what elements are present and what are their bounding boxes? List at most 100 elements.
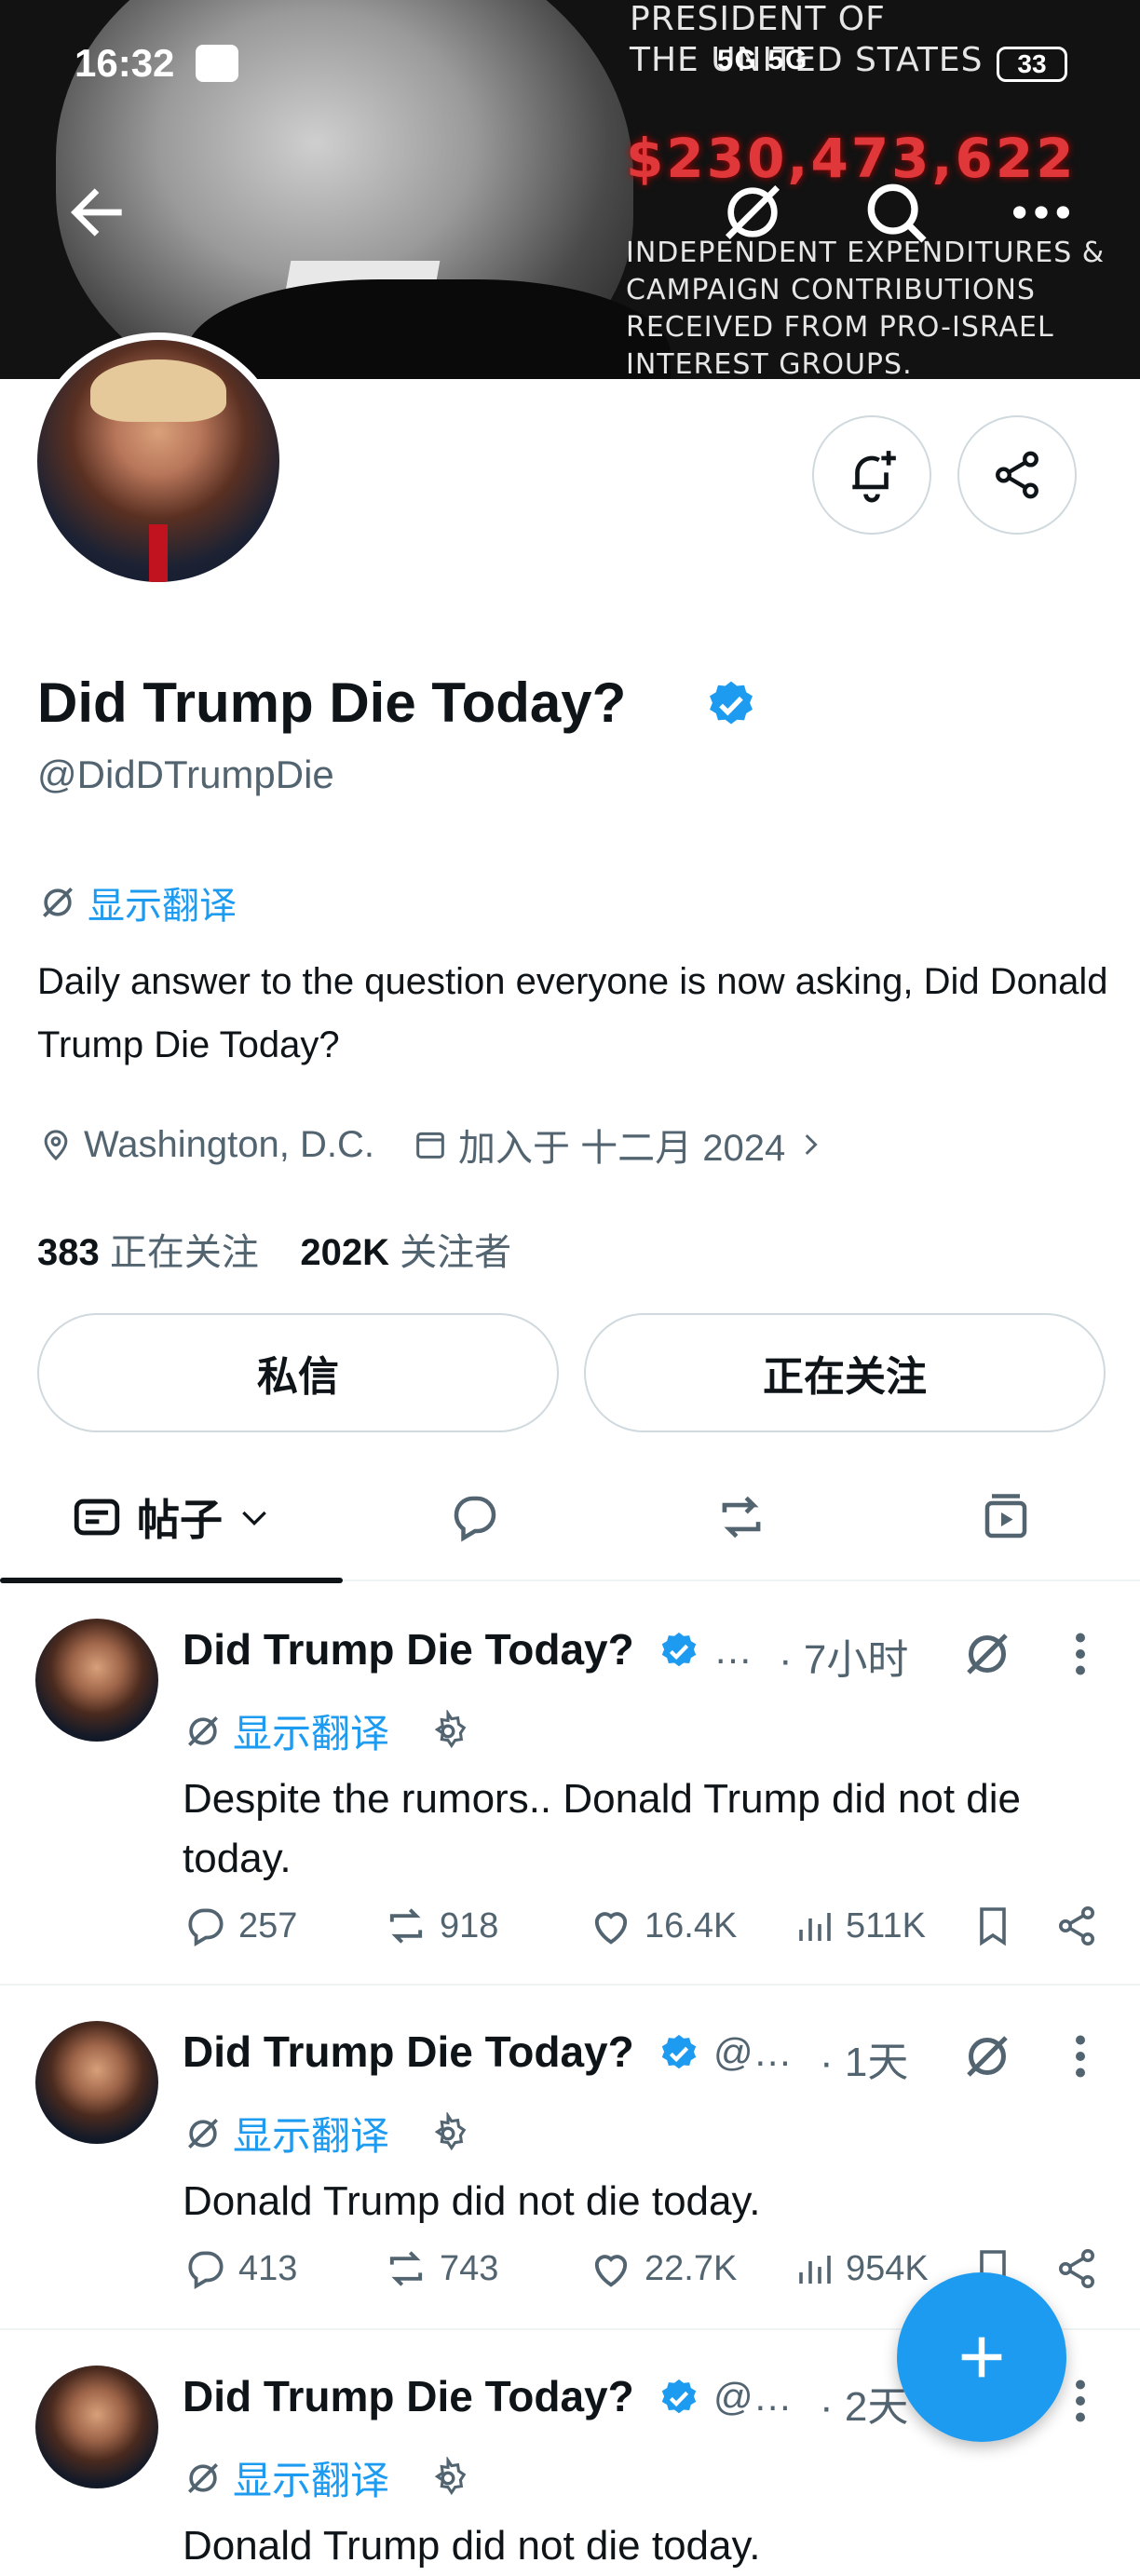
heart-icon <box>594 1912 628 1945</box>
show-translation-link[interactable]: 显示翻译 <box>37 875 237 929</box>
reply-icon <box>188 2251 224 2290</box>
signal-icons: 5G 5G <box>717 45 809 75</box>
reply-icon <box>454 1496 496 1542</box>
like-button[interactable]: 16.4K <box>587 1898 737 1954</box>
tweet-text: Donald Trump did not die today. <box>183 2523 761 2569</box>
grok-translate-icon[interactable] <box>959 2028 1015 2089</box>
analytics-icon <box>799 1913 831 1941</box>
show-translation-label: 显示翻译 <box>233 2114 390 2158</box>
tweet-actions: 257 918 16.4K 511K <box>183 1898 1123 1954</box>
profile-meta: Washington, D.C. 加入于 十二月 2024 <box>37 1118 826 1172</box>
views-button[interactable]: 954K <box>792 2241 929 2297</box>
show-translation-link[interactable]: 显示翻译 <box>183 2105 469 2162</box>
analytics-icon <box>799 2256 831 2284</box>
tweet-avatar[interactable] <box>35 1619 158 1742</box>
tab-reposts[interactable] <box>658 1453 825 1581</box>
media-icon <box>984 1494 1027 1539</box>
translate-icon <box>188 2118 218 2149</box>
translate-icon <box>43 888 73 917</box>
profile-bio: Daily answer to the question everyone is… <box>37 961 1108 1065</box>
notifications-button[interactable] <box>812 415 931 535</box>
status-time: 16:32 <box>75 41 175 85</box>
tweet-author-name[interactable]: Did Trump Die Today? <box>183 1624 634 1674</box>
following-stat[interactable]: 383 正在关注 <box>37 1232 259 1273</box>
banner-line1: PRESIDENT OF <box>630 0 886 38</box>
share-button[interactable] <box>1054 1898 1099 1954</box>
chevron-down-icon <box>242 1511 266 1526</box>
posts-icon <box>74 1498 120 1536</box>
back-button[interactable] <box>60 175 134 250</box>
more-options-button[interactable] <box>1004 175 1079 250</box>
tweet-time[interactable]: · 1天 <box>820 2028 908 2088</box>
compose-button[interactable] <box>897 2272 1066 2442</box>
location-text: Washington, D.C. <box>84 1123 374 1165</box>
search-button[interactable] <box>859 175 933 250</box>
direct-message-button[interactable]: 私信 <box>37 1313 559 1432</box>
tweet-avatar[interactable] <box>35 2366 158 2488</box>
show-translation-link[interactable]: 显示翻译 <box>183 1702 469 1759</box>
reply-button[interactable]: 257 <box>183 1898 297 1954</box>
search-icon <box>867 183 927 243</box>
verified-badge-icon <box>658 2377 700 2424</box>
repost-icon <box>389 2251 423 2286</box>
show-translation-label: 显示翻译 <box>233 1712 390 1756</box>
show-translation-label: 显示翻译 <box>233 2459 390 2502</box>
translate-button[interactable] <box>715 175 790 250</box>
tweet-text: Despite the rumors.. Donald Trump did no… <box>183 1776 1022 1881</box>
follow-stats: 383 正在关注 202K 关注者 <box>37 1222 511 1276</box>
tweet[interactable]: Did Trump Die Today? … · 7小时 显示翻译 Despit… <box>0 1583 1140 1986</box>
tweet-author-name[interactable]: Did Trump Die Today? <box>183 2027 634 2077</box>
show-translation-label: 显示翻译 <box>88 886 237 927</box>
gear-icon[interactable] <box>427 2111 469 2155</box>
tweet-text: Donald Trump did not die today. <box>183 2178 761 2224</box>
verified-badge-icon <box>658 1630 700 1677</box>
location-pin-icon <box>44 1130 68 1161</box>
bookmark-icon <box>980 1907 1006 1946</box>
tweet-handle: … <box>713 1628 753 1672</box>
tweet-author-name[interactable]: Did Trump Die Today? <box>183 2371 634 2421</box>
verified-badge-icon <box>704 678 758 737</box>
tab-media[interactable] <box>922 1453 1090 1581</box>
heart-icon <box>594 2255 628 2287</box>
gear-icon[interactable] <box>427 1709 469 1753</box>
tweet-handle: @… <box>713 2375 793 2419</box>
more-vertical-icon[interactable] <box>1071 1626 1090 1687</box>
tab-posts[interactable]: 帖子 <box>0 1453 343 1583</box>
following-button[interactable]: 正在关注 <box>584 1313 1106 1432</box>
notification-app-icon <box>196 45 238 82</box>
tab-replies[interactable] <box>391 1453 559 1581</box>
share-profile-button[interactable] <box>957 415 1077 535</box>
avatar-image <box>37 340 279 582</box>
profile-tabs: 帖子 <box>0 1453 1140 1583</box>
repost-button[interactable]: 918 <box>382 1898 498 1954</box>
joined-date: 加入于 十二月 2024 <box>457 1128 786 1169</box>
more-vertical-icon[interactable] <box>1071 2028 1090 2089</box>
translate-icon <box>188 1715 218 1746</box>
arrow-left-icon <box>71 188 122 237</box>
translate-icon <box>725 184 780 240</box>
share-button[interactable] <box>1054 2241 1099 2297</box>
verified-badge-icon <box>658 2032 700 2080</box>
like-button[interactable]: 22.7K <box>587 2241 737 2297</box>
tweet-avatar[interactable] <box>35 2021 158 2144</box>
repost-icon <box>389 1908 423 1944</box>
profile-avatar[interactable] <box>30 332 287 590</box>
gear-icon[interactable] <box>427 2456 469 2500</box>
tweet-time[interactable]: · 7小时 <box>779 1626 908 1686</box>
profile-handle: @DidDTrumpDie <box>37 752 334 796</box>
share-icon <box>996 451 1038 499</box>
views-button[interactable]: 511K <box>792 1898 926 1954</box>
repost-icon <box>722 1496 761 1539</box>
bookmark-button[interactable] <box>970 1898 1015 1954</box>
repost-button[interactable]: 743 <box>382 2241 498 2297</box>
plus-icon <box>961 2337 1002 2378</box>
more-vertical-icon[interactable] <box>1071 2373 1090 2434</box>
tab-posts-label: 帖子 <box>137 1496 223 1544</box>
reply-button[interactable]: 413 <box>183 2241 297 2297</box>
tweet-time[interactable]: · 2天 <box>820 2373 908 2433</box>
reply-icon <box>188 1908 224 1947</box>
show-translation-link[interactable]: 显示翻译 <box>183 2449 469 2506</box>
grok-translate-icon[interactable] <box>959 1626 1015 1687</box>
followers-stat[interactable]: 202K 关注者 <box>300 1232 511 1273</box>
chevron-right-icon[interactable] <box>794 1129 826 1160</box>
